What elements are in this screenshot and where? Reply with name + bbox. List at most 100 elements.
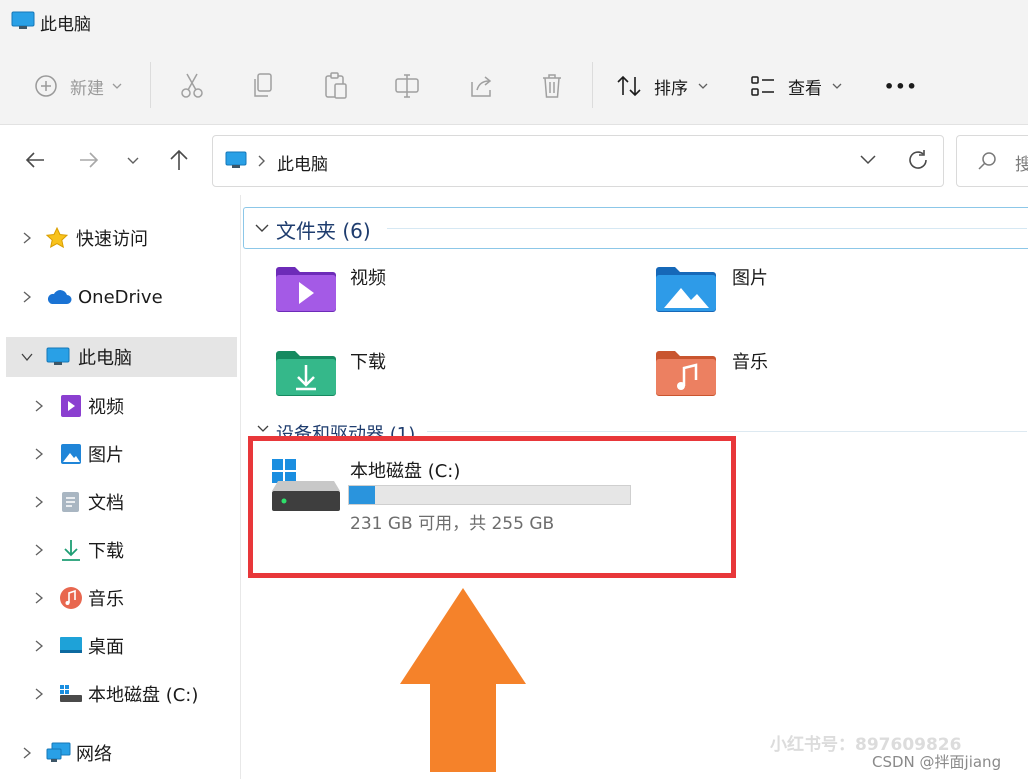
chevron-right-icon [35, 592, 44, 604]
chevron-right-icon [35, 544, 44, 556]
refresh-icon[interactable] [907, 149, 929, 171]
title-bar: 此电脑 [0, 0, 1028, 42]
back-icon[interactable] [24, 150, 46, 170]
delete-icon[interactable] [540, 72, 564, 100]
search-placeholder: 搜 [1015, 155, 1028, 175]
download-icon [62, 540, 80, 561]
nav-item-documents[interactable]: 文档 [0, 482, 238, 522]
cut-icon[interactable] [180, 72, 204, 100]
address-bar[interactable]: 此电脑 [212, 135, 944, 187]
chevron-right-icon [35, 688, 44, 700]
chevron-right-icon [23, 232, 32, 244]
folders-group-header[interactable]: 文件夹 (6) [243, 207, 1028, 249]
folders-group-title: 文件夹 (6) [276, 219, 371, 243]
cloud-icon [47, 290, 72, 304]
new-button[interactable]: 新建 [34, 70, 124, 102]
download-folder-icon [276, 351, 336, 396]
chevron-right-icon [23, 747, 32, 759]
chevron-down-icon [257, 425, 269, 432]
recent-locations-chevron-icon[interactable] [126, 153, 140, 167]
nav-label: 网络 [76, 744, 112, 765]
more-options-button[interactable]: ••• [884, 70, 918, 102]
chevron-right-icon [35, 496, 44, 508]
nav-item-this-pc[interactable]: 此电脑 [6, 337, 237, 377]
toolbar-divider [150, 62, 151, 108]
nav-item-music[interactable]: 音乐 [0, 578, 238, 618]
nav-item-quick-access[interactable]: 快速访问 [0, 218, 238, 258]
search-box[interactable]: 搜 [956, 135, 1028, 187]
nav-label: 文档 [88, 493, 124, 514]
nav-item-downloads[interactable]: 下载 [0, 530, 238, 570]
nav-label: 音乐 [88, 589, 124, 610]
up-icon[interactable] [168, 148, 190, 172]
chevron-down-icon [112, 83, 122, 89]
chevron-down-icon [21, 353, 33, 362]
nav-label: 下载 [88, 541, 124, 562]
picture-folder-icon [656, 267, 716, 312]
sort-icon [617, 75, 641, 97]
share-icon[interactable] [468, 72, 494, 100]
music-icon [60, 587, 82, 609]
chevron-down-icon [698, 83, 708, 89]
folder-label: 下载 [350, 352, 386, 373]
computer-icon [46, 347, 70, 365]
chevron-down-icon [832, 83, 842, 89]
copy-icon[interactable] [252, 72, 276, 100]
music-folder-icon [656, 351, 716, 396]
video-folder-icon [276, 267, 336, 312]
view-label: 查看 [788, 78, 822, 99]
nav-item-local-disk[interactable]: 本地磁盘 (C:) [0, 674, 238, 714]
view-icon [751, 76, 774, 96]
folder-tile-videos[interactable]: 视频 [268, 258, 628, 320]
video-icon [61, 395, 81, 417]
rename-icon[interactable] [394, 72, 420, 100]
chevron-right-icon [35, 400, 44, 412]
folder-label: 视频 [350, 268, 386, 289]
address-history-chevron-icon[interactable] [859, 153, 877, 167]
chevron-down-icon [255, 224, 269, 232]
desktop-icon [60, 637, 82, 653]
sort-label: 排序 [654, 78, 688, 99]
folder-label: 音乐 [732, 352, 768, 373]
window-title: 此电脑 [40, 15, 91, 35]
computer-icon [225, 151, 247, 168]
nav-label: OneDrive [78, 286, 163, 308]
toolbar-divider [592, 62, 593, 108]
nav-label: 视频 [88, 397, 124, 418]
breadcrumb[interactable]: 此电脑 [277, 150, 328, 175]
document-icon [62, 492, 79, 512]
folder-label: 图片 [732, 268, 768, 289]
computer-icon [11, 11, 35, 29]
nav-label: 快速访问 [76, 229, 148, 250]
breadcrumb-chevron-icon [258, 155, 265, 167]
nav-item-onedrive[interactable]: OneDrive [0, 277, 238, 317]
chevron-right-icon [35, 448, 44, 460]
csdn-watermark: CSDN @拌面jiang [872, 753, 1002, 771]
nav-item-desktop[interactable]: 桌面 [0, 626, 238, 666]
folder-tile-music[interactable]: 音乐 [650, 342, 1010, 404]
group-divider [387, 228, 1027, 229]
up-arrow-annotation-icon [400, 588, 526, 772]
nav-item-videos[interactable]: 视频 [0, 386, 238, 426]
nav-label: 此电脑 [78, 348, 132, 369]
folder-tile-pictures[interactable]: 图片 [650, 258, 1010, 320]
chevron-right-icon [35, 640, 44, 652]
highlight-box [248, 436, 736, 578]
forward-icon[interactable] [78, 150, 100, 170]
view-button[interactable]: 查看 [750, 70, 844, 102]
network-icon [46, 742, 71, 762]
sort-button[interactable]: 排序 [616, 70, 710, 102]
nav-item-network[interactable]: 网络 [0, 733, 238, 773]
command-bar [0, 42, 1028, 125]
plus-circle-icon [35, 75, 57, 97]
chevron-right-icon [23, 291, 32, 303]
search-icon [978, 152, 996, 170]
picture-icon [61, 444, 81, 464]
folder-tile-downloads[interactable]: 下载 [268, 342, 628, 404]
paste-icon[interactable] [323, 72, 349, 100]
nav-item-pictures[interactable]: 图片 [0, 434, 238, 474]
nav-label: 桌面 [88, 637, 124, 658]
new-button-label: 新建 [70, 78, 104, 99]
nav-label: 图片 [88, 445, 124, 466]
group-divider [427, 431, 1027, 432]
